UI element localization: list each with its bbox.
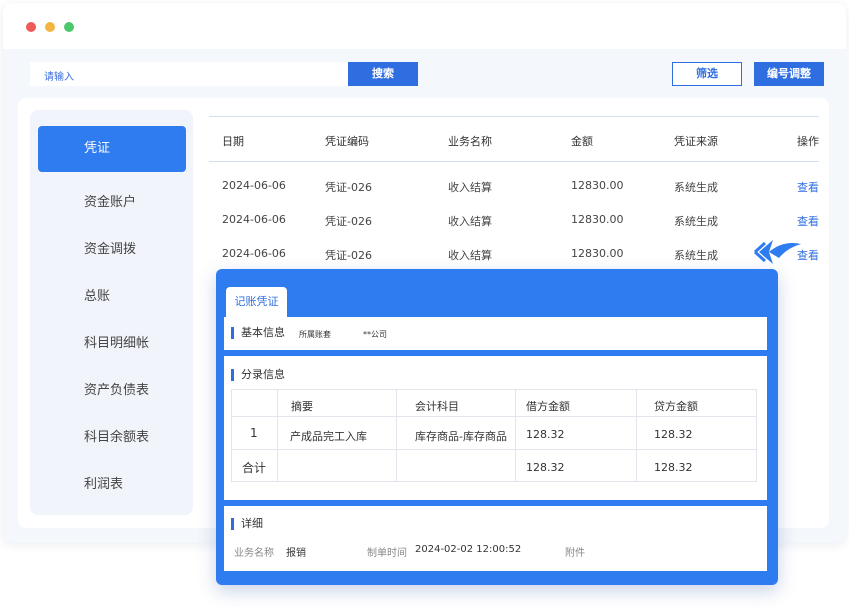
cell-source: 系统生成: [674, 249, 718, 262]
column-header-amount[interactable]: 金额: [571, 133, 593, 149]
view-link[interactable]: 查看: [797, 179, 819, 195]
grid-divider: [515, 390, 516, 481]
table-row: 2024-06-06 凭证-026 收入结算 12830.00 系统生成 查看: [209, 213, 819, 233]
sidebar-item-fund-transfer[interactable]: 资金调拨: [38, 227, 186, 273]
maximize-window-dot[interactable]: [64, 22, 74, 32]
sidebar-item-income-statement[interactable]: 利润表: [38, 462, 186, 508]
grid-divider: [396, 390, 397, 481]
entry-credit: 128.32: [654, 428, 693, 441]
cell-source: 系统生成: [674, 181, 718, 194]
cell-voucher-code: 凭证-026: [325, 215, 372, 228]
cell-business-name: 收入结算: [448, 249, 492, 262]
entries-header-debit: 借方金额: [526, 400, 570, 413]
entries-header-credit: 贷方金额: [654, 400, 698, 413]
sidebar-item-trial-balance[interactable]: 科目余额表: [38, 415, 186, 461]
section-title-entries: 分录信息: [231, 369, 285, 381]
detail-section: 详细 业务名称 报销 制单时间 2024-02-02 12:00:52 附件: [224, 506, 767, 571]
section-title-basic: 基本信息: [231, 327, 285, 339]
renumber-button[interactable]: 编号调整: [754, 62, 824, 86]
column-header-date[interactable]: 日期: [222, 133, 244, 149]
cell-source: 系统生成: [674, 215, 718, 228]
table-header: 日期 凭证编码 业务名称 金额 凭证来源 操作: [209, 116, 819, 162]
cell-date: 2024-06-06: [222, 213, 286, 226]
cell-amount: 12830.00: [571, 179, 624, 192]
entry-debit: 128.32: [526, 428, 565, 441]
cell-voucher-code: 凭证-026: [325, 181, 372, 194]
sidebar-item-fund-account[interactable]: 资金账户: [38, 180, 186, 226]
entry-summary: 产成品完工入库: [290, 430, 367, 443]
table-row: 2024-06-06 凭证-026 收入结算 12830.00 系统生成 查看: [209, 247, 819, 267]
tab-bookkeeping-voucher[interactable]: 记账凭证: [226, 287, 287, 317]
entry-account: 库存商品-库存商品: [415, 430, 507, 443]
total-credit: 128.32: [654, 461, 693, 474]
filter-button[interactable]: 筛选: [672, 62, 742, 86]
cell-date: 2024-06-06: [222, 179, 286, 192]
entries-header-account: 会计科目: [415, 400, 459, 413]
cell-business-name: 收入结算: [448, 215, 492, 228]
sidebar-item-subsidiary-ledger[interactable]: 科目明细帐: [38, 321, 186, 367]
entries-header-summary: 摘要: [291, 400, 313, 413]
sidebar-item-balance-sheet[interactable]: 资产负债表: [38, 368, 186, 414]
column-header-source[interactable]: 凭证来源: [674, 133, 718, 149]
minimize-window-dot[interactable]: [45, 22, 55, 32]
grid-divider: [277, 390, 278, 481]
arrow-pointer-icon: [753, 240, 801, 264]
sidebar-item-voucher[interactable]: 凭证: [38, 126, 186, 172]
search-input[interactable]: 请输入: [30, 62, 348, 86]
close-window-dot[interactable]: [26, 22, 36, 32]
grid-divider: [232, 449, 756, 450]
cell-date: 2024-06-06: [222, 247, 286, 260]
search-button[interactable]: 搜索: [348, 62, 418, 86]
business-name-label: 业务名称: [234, 548, 274, 559]
sidebar-item-general-ledger[interactable]: 总账: [38, 274, 186, 320]
title-bar: [3, 3, 846, 49]
created-time-value: 2024-02-02 12:00:52: [415, 544, 522, 555]
grid-divider: [636, 390, 637, 481]
entry-index: 1: [250, 426, 258, 440]
column-header-voucher-code[interactable]: 凭证编码: [325, 133, 369, 149]
cell-amount: 12830.00: [571, 247, 624, 260]
total-label: 合计: [242, 461, 267, 475]
cell-voucher-code: 凭证-026: [325, 249, 372, 262]
cell-business-name: 收入结算: [448, 181, 492, 194]
account-set-value: **公司: [363, 330, 387, 339]
cell-amount: 12830.00: [571, 213, 624, 226]
view-link[interactable]: 查看: [797, 213, 819, 229]
grid-divider: [232, 416, 756, 417]
section-title-detail: 详细: [231, 518, 263, 530]
total-debit: 128.32: [526, 461, 565, 474]
table-row: 2024-06-06 凭证-026 收入结算 12830.00 系统生成 查看: [209, 179, 819, 199]
basic-info-section: 基本信息 所属账套 **公司: [224, 317, 767, 350]
column-header-business-name[interactable]: 业务名称: [448, 133, 492, 149]
account-set-label: 所属账套: [299, 330, 331, 339]
created-time-label: 制单时间: [367, 548, 407, 559]
entries-table: 摘要 会计科目 借方金额 贷方金额 1 产成品完工入库 库存商品-库存商品 12…: [231, 389, 757, 482]
column-header-action: 操作: [797, 135, 819, 148]
business-name-value: 报销: [286, 548, 306, 559]
attachment-label: 附件: [565, 548, 585, 559]
